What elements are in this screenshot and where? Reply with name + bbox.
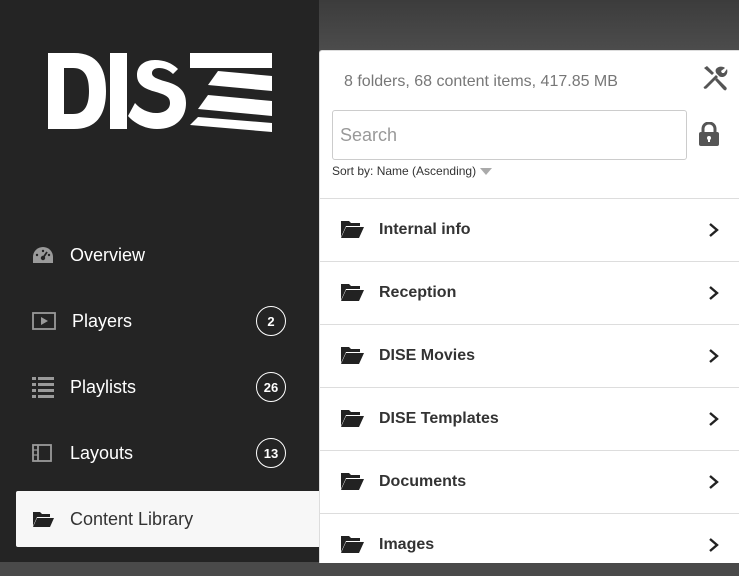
- chevron-right-icon: [708, 537, 720, 558]
- folder-row[interactable]: Documents: [320, 450, 739, 513]
- folder-row[interactable]: Reception: [320, 261, 739, 324]
- caret-down-icon: [480, 167, 493, 175]
- nav-item-overview[interactable]: Overview: [16, 227, 319, 283]
- folder-name: DISE Templates: [379, 410, 499, 427]
- nav-label: Overview: [70, 244, 146, 265]
- nav-label: Players: [72, 310, 133, 331]
- folder-open-icon: [340, 282, 364, 307]
- folder-open-icon: [340, 345, 364, 370]
- library-summary: 8 folders, 68 content items, 417.85 MB: [344, 73, 618, 90]
- nav-item-content-library[interactable]: Content Library: [16, 491, 319, 547]
- tools-icon[interactable]: [702, 65, 728, 96]
- chevron-right-icon: [708, 474, 720, 495]
- dise-logo: [48, 51, 272, 137]
- folder-list: Internal info Reception DISE Movies DISE…: [320, 198, 739, 576]
- count-badge: 2: [256, 306, 286, 336]
- nav-item-playlists[interactable]: Playlists 26: [16, 359, 319, 415]
- folder-name: Documents: [379, 473, 467, 490]
- folder-open-icon: [32, 510, 54, 528]
- folder-row[interactable]: DISE Movies: [320, 324, 739, 387]
- folder-name: Internal info: [379, 221, 471, 238]
- nav-label: Content Library: [70, 508, 194, 529]
- count-badge: 26: [256, 372, 286, 402]
- folder-open-icon: [340, 534, 364, 559]
- nav-label: Playlists: [70, 376, 137, 397]
- layout-icon: [32, 444, 52, 462]
- nav-item-players[interactable]: Players 2: [16, 293, 319, 349]
- playlist-icon: [32, 376, 54, 398]
- chevron-right-icon: [708, 348, 720, 369]
- sort-prefix: Sort by:: [332, 164, 374, 178]
- chevron-right-icon: [708, 411, 720, 432]
- sort-value: Name (Ascending): [376, 164, 477, 178]
- folder-open-icon: [340, 408, 364, 433]
- folder-row[interactable]: Images: [320, 513, 739, 576]
- chevron-right-icon: [708, 285, 720, 306]
- lock-icon[interactable]: [698, 121, 720, 151]
- folder-open-icon: [340, 471, 364, 496]
- sort-selector[interactable]: Sort by: Name (Ascending): [332, 164, 493, 178]
- count-badge: 13: [256, 438, 286, 468]
- nav-label: Layouts: [70, 442, 134, 463]
- nav-item-layouts[interactable]: Layouts 13: [16, 425, 319, 481]
- dashboard-icon: [32, 246, 54, 264]
- search-input[interactable]: [332, 110, 687, 160]
- folder-open-icon: [340, 219, 364, 244]
- top-bar: [319, 0, 739, 50]
- chevron-right-icon: [708, 222, 720, 243]
- folder-name: DISE Movies: [379, 347, 476, 364]
- folder-row[interactable]: DISE Templates: [320, 387, 739, 450]
- folder-name: Reception: [379, 284, 457, 301]
- player-icon: [32, 312, 56, 330]
- content-library-panel: 8 folders, 68 content items, 417.85 MB S…: [319, 50, 739, 563]
- folder-name: Images: [379, 536, 435, 553]
- sidebar: Overview Players 2 Playlists 26 Layouts …: [0, 0, 319, 562]
- folder-row[interactable]: Internal info: [320, 198, 739, 261]
